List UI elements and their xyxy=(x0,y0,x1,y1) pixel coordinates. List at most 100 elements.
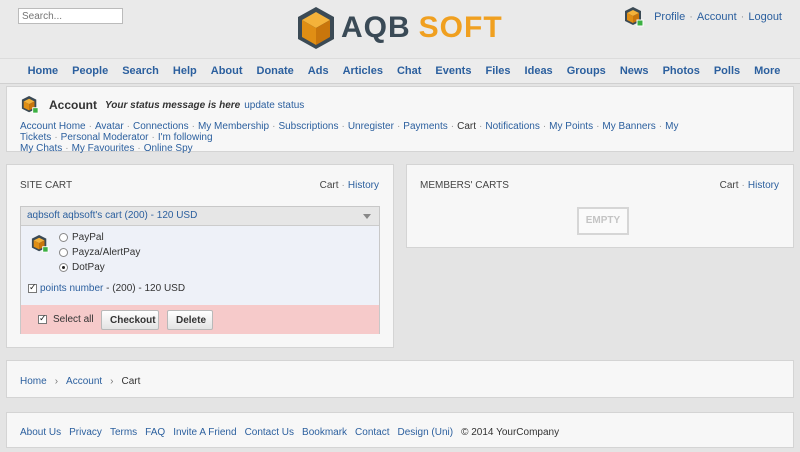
cart-header[interactable]: aqbsoft aqbsoft's cart (200) - 120 USD xyxy=(21,207,379,226)
payment-option-dotpay[interactable]: DotPay xyxy=(59,262,105,273)
footer-link-contact-us[interactable]: Contact Us xyxy=(245,427,294,438)
members-carts-title: Members' Carts xyxy=(420,180,509,191)
account-link-online-spy[interactable]: Online Spy xyxy=(144,143,193,154)
update-status-link[interactable]: update status xyxy=(244,100,304,111)
breadcrumb-home[interactable]: Home xyxy=(20,376,47,387)
nav-item-ideas[interactable]: Ideas xyxy=(518,59,560,83)
cart-body: PayPal Payza/AlertPay DotPay points numb… xyxy=(21,226,379,304)
select-all-label: Select all xyxy=(53,314,94,325)
members-carts-tab-cart[interactable]: Cart xyxy=(720,180,739,191)
site-cart-tab-cart[interactable]: Cart xyxy=(320,180,339,191)
empty-badge: EMPTY xyxy=(577,207,629,235)
nav-item-chat[interactable]: Chat xyxy=(390,59,428,83)
cart-actions: Select all Checkout Delete xyxy=(21,305,379,334)
nav-item-more[interactable]: More xyxy=(747,59,787,83)
nav-item-articles[interactable]: Articles xyxy=(336,59,390,83)
account-link-payments[interactable]: Payments xyxy=(403,121,447,132)
footer-link-contact[interactable]: Contact xyxy=(355,427,389,438)
nav-item-ads[interactable]: Ads xyxy=(301,59,336,83)
status-message: Your status message is here xyxy=(105,99,241,111)
nav-item-groups[interactable]: Groups xyxy=(560,59,613,83)
footer-link-privacy[interactable]: Privacy xyxy=(69,427,102,438)
radio-payza[interactable] xyxy=(59,248,68,257)
top-header: AQBSOFT Profile · Account · Logout xyxy=(0,0,800,58)
payment-label: Payza/AlertPay xyxy=(72,247,141,258)
breadcrumb-current: Cart xyxy=(121,376,141,387)
payment-option-payza[interactable]: Payza/AlertPay xyxy=(59,247,140,258)
nav-item-search[interactable]: Search xyxy=(115,59,166,83)
select-all-checkbox[interactable] xyxy=(38,313,47,324)
menu-separator: · xyxy=(740,11,745,23)
copyright: © 2014 YourCompany xyxy=(461,427,560,438)
checkout-button[interactable]: Checkout xyxy=(101,310,159,330)
item-checkbox[interactable] xyxy=(28,282,37,293)
account-links: Account Home · Avatar · Connections · My Membe… xyxy=(20,121,679,154)
nav-item-about[interactable]: About xyxy=(204,59,250,83)
nav-item-news[interactable]: News xyxy=(613,59,656,83)
logo-text-aqb: AQB xyxy=(341,11,411,44)
site-logo[interactable]: AQB SOFT xyxy=(295,4,503,52)
account-link-membership[interactable]: My Membership xyxy=(198,121,269,132)
site-footer: About Us Privacy Terms FAQ Invite A Frie… xyxy=(6,412,794,448)
nav-item-events[interactable]: Events xyxy=(428,59,478,83)
breadcrumb-account[interactable]: Account xyxy=(66,376,102,387)
footer-link-faq[interactable]: FAQ xyxy=(145,427,165,438)
nav-item-help[interactable]: Help xyxy=(166,59,204,83)
footer-link-invite[interactable]: Invite A Friend xyxy=(173,427,236,438)
account-link-banners[interactable]: My Banners xyxy=(602,121,655,132)
select-all[interactable]: Select all xyxy=(38,313,94,325)
logout-link[interactable]: Logout xyxy=(748,11,782,23)
user-menu: Profile · Account · Logout xyxy=(624,6,782,28)
radio-paypal[interactable] xyxy=(59,233,68,242)
nav-item-polls[interactable]: Polls xyxy=(707,59,747,83)
account-link-moderator[interactable]: Personal Moderator xyxy=(61,132,149,143)
footer-link-about[interactable]: About Us xyxy=(20,427,61,438)
site-cart-panel: Site Cart Cart · History aqbsoft aqbsoft's… xyxy=(6,164,394,348)
footer-link-design[interactable]: Design (Uni) xyxy=(398,427,454,438)
search-input[interactable] xyxy=(18,8,123,24)
account-panel: Account Your status message is here upda… xyxy=(6,86,794,154)
collapse-caret-icon[interactable] xyxy=(363,214,371,219)
account-link[interactable]: Account xyxy=(697,11,737,23)
site-cart-links: Cart · History xyxy=(319,180,379,191)
account-link-connections[interactable]: Connections xyxy=(133,121,189,132)
account-link-avatar[interactable]: Avatar xyxy=(95,121,124,132)
payment-option-paypal[interactable]: PayPal xyxy=(59,232,104,243)
account-link-cart: Cart xyxy=(457,121,477,132)
nav-item-people[interactable]: People xyxy=(65,59,115,83)
item-detail: - (200) - 120 USD xyxy=(103,283,186,294)
site-cart-tab-history[interactable]: History xyxy=(348,180,379,191)
vendor-avatar-icon xyxy=(31,235,49,253)
members-carts-links: Cart · History xyxy=(719,180,779,191)
payment-label: PayPal xyxy=(72,232,104,243)
cart-name[interactable]: aqbsoft aqbsoft's cart (200) - 120 USD xyxy=(27,210,197,221)
nav-item-donate[interactable]: Donate xyxy=(250,59,301,83)
members-carts-panel: Members' Carts Cart · History EMPTY xyxy=(406,164,794,248)
profile-link[interactable]: Profile xyxy=(654,11,685,23)
nav-item-files[interactable]: Files xyxy=(478,59,517,83)
account-link-following[interactable]: I'm following xyxy=(158,132,213,143)
account-link-unregister[interactable]: Unregister xyxy=(348,121,394,132)
user-avatar-icon[interactable] xyxy=(624,6,644,28)
footer-link-bookmark[interactable]: Bookmark xyxy=(302,427,347,438)
account-link-points[interactable]: My Points xyxy=(549,121,593,132)
account-link-favourites[interactable]: My Favourites xyxy=(72,143,135,154)
menu-separator: · xyxy=(689,11,693,23)
radio-dotpay[interactable] xyxy=(59,263,68,272)
site-cart-title: Site Cart xyxy=(20,180,73,191)
cart-item-row: points number - (200) - 120 USD xyxy=(28,282,186,294)
account-link-home[interactable]: Account Home xyxy=(20,121,86,132)
breadcrumb: Home › Account › Cart xyxy=(6,360,794,398)
payment-label: DotPay xyxy=(72,262,105,273)
nav-item-home[interactable]: Home xyxy=(21,59,66,83)
account-link-chats[interactable]: My Chats xyxy=(20,143,62,154)
members-carts-tab-history[interactable]: History xyxy=(748,180,779,191)
account-link-notifications[interactable]: Notifications xyxy=(485,121,539,132)
footer-link-terms[interactable]: Terms xyxy=(110,427,137,438)
account-avatar-icon xyxy=(21,96,39,114)
breadcrumb-separator: › xyxy=(110,376,114,387)
account-link-subscriptions[interactable]: Subscriptions xyxy=(278,121,338,132)
item-link[interactable]: points number xyxy=(40,283,103,294)
delete-button[interactable]: Delete xyxy=(167,310,213,330)
nav-item-photos[interactable]: Photos xyxy=(656,59,707,83)
